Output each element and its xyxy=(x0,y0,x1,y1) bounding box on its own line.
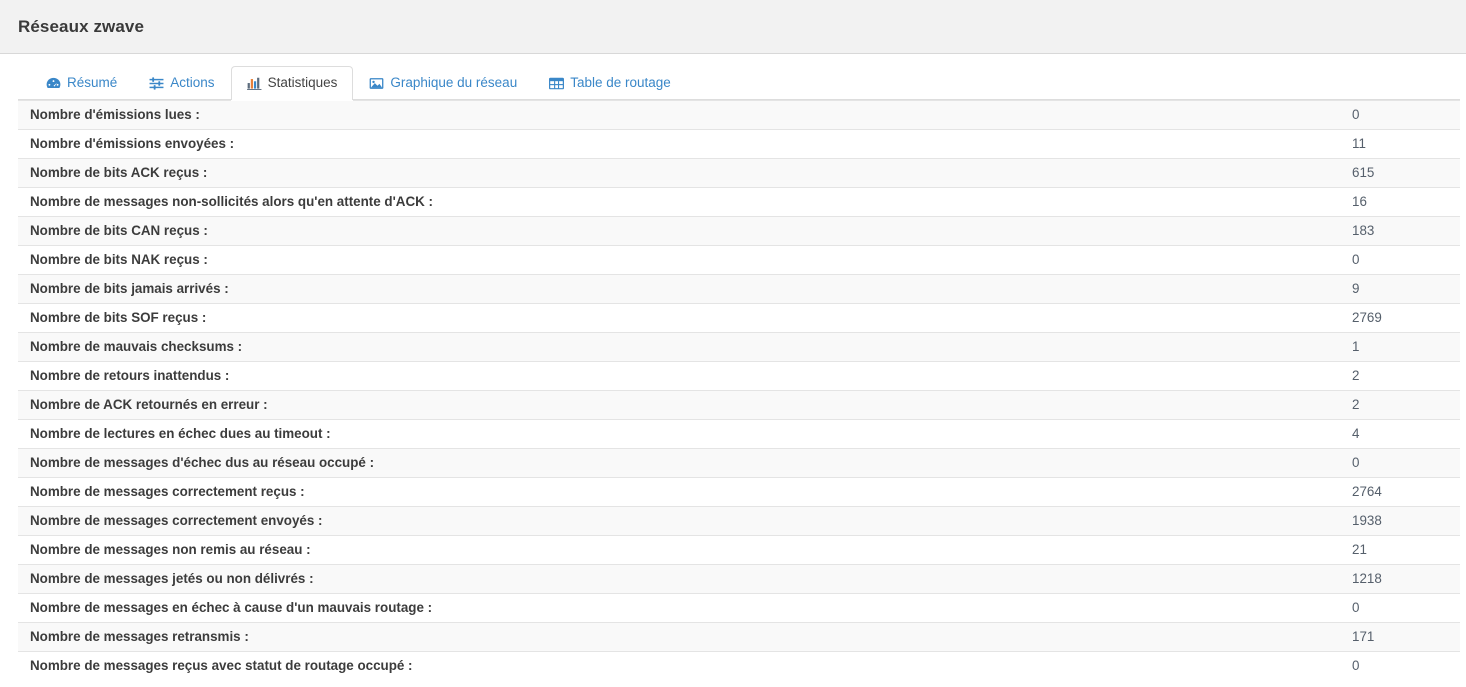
image-icon xyxy=(369,76,384,90)
table-row: Nombre de messages non remis au réseau :… xyxy=(18,535,1460,565)
stat-value: 183 xyxy=(1340,216,1460,246)
table-row: Nombre de mauvais checksums :1 xyxy=(18,332,1460,362)
stat-value: 4 xyxy=(1340,419,1460,449)
tab-statistiques[interactable]: Statistiques xyxy=(230,66,354,100)
sliders-icon xyxy=(149,76,164,90)
bar-chart-icon xyxy=(246,76,262,90)
stat-value: 11 xyxy=(1340,129,1460,159)
table-row: Nombre de bits NAK reçus :0 xyxy=(18,245,1460,275)
stat-value: 0 xyxy=(1340,100,1460,130)
stat-value: 2764 xyxy=(1340,477,1460,507)
stat-value: 9 xyxy=(1340,274,1460,304)
table-row: Nombre de messages retransmis :171 xyxy=(18,622,1460,652)
tab-r-sum[interactable]: Résumé xyxy=(30,66,133,100)
stat-label: Nombre de messages reçus avec statut de … xyxy=(18,651,1340,681)
stat-value: 21 xyxy=(1340,535,1460,565)
tab-actions[interactable]: Actions xyxy=(133,66,230,100)
stat-value: 1218 xyxy=(1340,564,1460,594)
table-icon xyxy=(549,76,565,90)
table-row: Nombre de messages d'échec dus au réseau… xyxy=(18,448,1460,478)
table-row: Nombre d'émissions lues :0 xyxy=(18,100,1460,130)
table-row: Nombre de retours inattendus :2 xyxy=(18,361,1460,391)
table-row: Nombre de messages correctement reçus :2… xyxy=(18,477,1460,507)
tab-label: Statistiques xyxy=(267,75,338,91)
tab-label: Résumé xyxy=(67,75,118,91)
tab-label: Table de routage xyxy=(570,75,671,91)
stat-value: 2769 xyxy=(1340,303,1460,333)
stat-label: Nombre de messages jetés ou non délivrés… xyxy=(18,564,1340,594)
statistics-table: Nombre d'émissions lues :0 Nombre d'émiss… xyxy=(18,100,1460,681)
stat-label: Nombre de bits jamais arrivés : xyxy=(18,274,1340,304)
table-row: Nombre de ACK retournés en erreur :2 xyxy=(18,390,1460,420)
stat-value: 0 xyxy=(1340,448,1460,478)
stat-label: Nombre de mauvais checksums : xyxy=(18,332,1340,362)
table-row: Nombre de messages reçus avec statut de … xyxy=(18,651,1460,681)
table-row: Nombre de bits ACK reçus :615 xyxy=(18,158,1460,188)
stat-label: Nombre de bits NAK reçus : xyxy=(18,245,1340,275)
page-title: Réseaux zwave xyxy=(18,16,145,36)
dashboard-icon xyxy=(46,76,61,90)
table-row: Nombre de bits jamais arrivés :9 xyxy=(18,274,1460,304)
table-row: Nombre de messages non-sollicités alors … xyxy=(18,187,1460,217)
stat-label: Nombre de retours inattendus : xyxy=(18,361,1340,391)
stat-label: Nombre de ACK retournés en erreur : xyxy=(18,390,1340,420)
stat-label: Nombre de messages correctement reçus : xyxy=(18,477,1340,507)
tab-graphique-du-r-seau[interactable]: Graphique du réseau xyxy=(353,66,533,100)
table-row: Nombre de lectures en échec dues au time… xyxy=(18,419,1460,449)
stat-label: Nombre de lectures en échec dues au time… xyxy=(18,419,1340,449)
stat-value: 2 xyxy=(1340,361,1460,391)
table-row: Nombre de bits SOF reçus :2769 xyxy=(18,303,1460,333)
stat-value: 1 xyxy=(1340,332,1460,362)
tab-label: Graphique du réseau xyxy=(390,75,518,91)
stat-value: 615 xyxy=(1340,158,1460,188)
tab-label: Actions xyxy=(170,75,215,91)
table-row: Nombre de messages correctement envoyés … xyxy=(18,506,1460,536)
stat-label: Nombre de messages correctement envoyés … xyxy=(18,506,1340,536)
page-header: Réseaux zwave xyxy=(0,0,1466,54)
stat-label: Nombre de bits SOF reçus : xyxy=(18,303,1340,333)
stat-value: 171 xyxy=(1340,622,1460,652)
stat-value: 0 xyxy=(1340,651,1460,681)
table-row: Nombre d'émissions envoyées :11 xyxy=(18,129,1460,159)
stat-label: Nombre de messages en échec à cause d'un… xyxy=(18,593,1340,623)
tab-bar: Résumé Actions Statistiques Graphique du ré… xyxy=(0,54,1466,100)
statistics-panel: Nombre d'émissions lues :0 Nombre d'émiss… xyxy=(0,100,1466,681)
stat-label: Nombre de messages d'échec dus au réseau… xyxy=(18,448,1340,478)
stat-label: Nombre de bits ACK reçus : xyxy=(18,158,1340,188)
stat-value: 1938 xyxy=(1340,506,1460,536)
table-row: Nombre de messages jetés ou non délivrés… xyxy=(18,564,1460,594)
stat-label: Nombre de bits CAN reçus : xyxy=(18,216,1340,246)
stat-label: Nombre de messages retransmis : xyxy=(18,622,1340,652)
table-row: Nombre de bits CAN reçus :183 xyxy=(18,216,1460,246)
tab-table-de-routage[interactable]: Table de routage xyxy=(533,66,687,100)
stat-label: Nombre d'émissions lues : xyxy=(18,100,1340,130)
stat-value: 16 xyxy=(1340,187,1460,217)
stat-value: 2 xyxy=(1340,390,1460,420)
stat-value: 0 xyxy=(1340,245,1460,275)
stat-label: Nombre de messages non remis au réseau : xyxy=(18,535,1340,565)
table-row: Nombre de messages en échec à cause d'un… xyxy=(18,593,1460,623)
stat-label: Nombre de messages non-sollicités alors … xyxy=(18,187,1340,217)
stat-label: Nombre d'émissions envoyées : xyxy=(18,129,1340,159)
stat-value: 0 xyxy=(1340,593,1460,623)
